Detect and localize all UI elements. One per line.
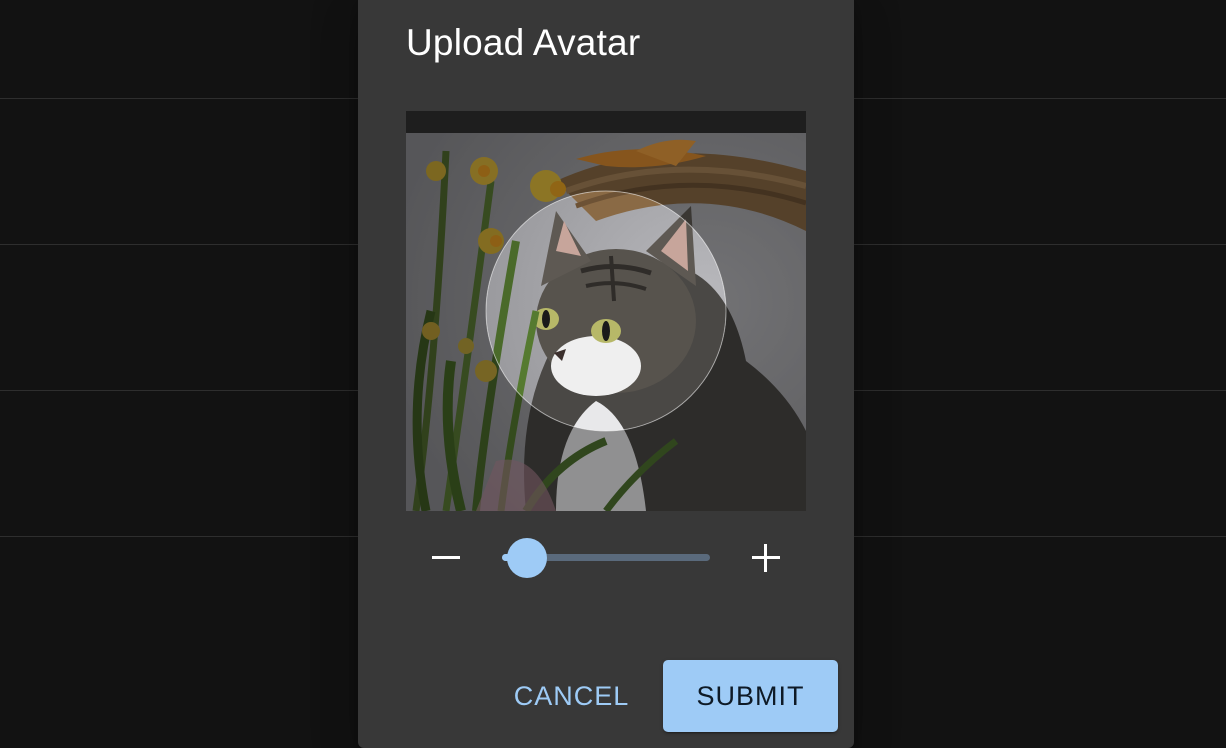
zoom-slider-thumb[interactable] xyxy=(507,538,547,578)
minus-icon xyxy=(432,556,460,559)
zoom-slider[interactable] xyxy=(502,538,710,578)
zoom-in-button[interactable] xyxy=(746,538,786,578)
submit-button[interactable]: SUBMIT xyxy=(663,660,838,732)
dialog-actions: CANCEL SUBMIT xyxy=(358,660,854,732)
upload-avatar-dialog: Upload Avatar CANCEL SUBMIT xyxy=(358,0,854,748)
zoom-out-button[interactable] xyxy=(426,538,466,578)
plus-icon xyxy=(752,544,780,572)
dialog-title: Upload Avatar xyxy=(406,22,641,63)
zoom-controls xyxy=(406,532,806,582)
cat-photo-image xyxy=(406,111,806,511)
cancel-button[interactable]: CANCEL xyxy=(498,660,645,732)
avatar-cropper[interactable] xyxy=(406,111,806,511)
